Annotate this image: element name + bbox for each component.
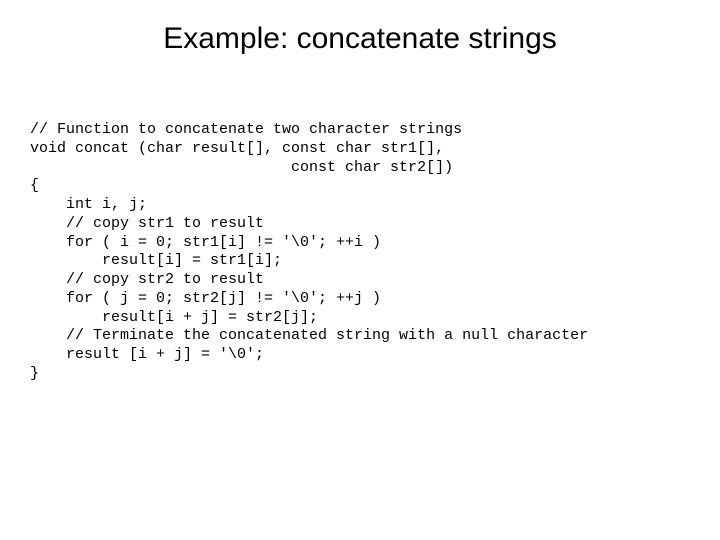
slide: Example: concatenate strings // Function… [0, 0, 720, 540]
slide-title: Example: concatenate strings [0, 0, 720, 66]
code-block: // Function to concatenate two character… [0, 66, 720, 384]
